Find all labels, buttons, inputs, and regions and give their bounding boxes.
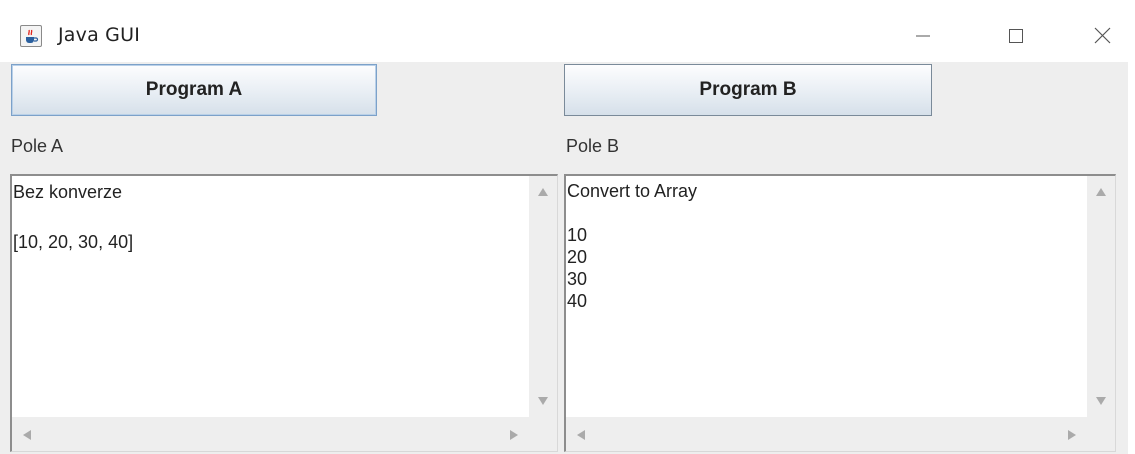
window-titlebar[interactable]: Java GUI xyxy=(0,0,1135,62)
minimize-button[interactable] xyxy=(908,22,938,50)
pole-a-textarea[interactable]: Bez konverze [10, 20, 30, 40] xyxy=(12,176,529,417)
pole-a-horizontal-scrollbar[interactable] xyxy=(12,417,529,451)
program-a-button[interactable]: Program A xyxy=(11,64,377,116)
maximize-icon xyxy=(1009,29,1023,43)
close-button[interactable] xyxy=(1087,22,1117,50)
scroll-down-arrow-icon[interactable] xyxy=(538,397,548,405)
scroll-right-arrow-icon[interactable] xyxy=(510,430,518,440)
pole-b-horizontal-scrollbar[interactable] xyxy=(566,417,1087,451)
pole-b-textarea[interactable]: Convert to Array 10 20 30 40 xyxy=(566,176,1087,417)
close-icon xyxy=(1094,27,1111,44)
pole-b-label: Pole B xyxy=(566,136,620,156)
pole-a-vertical-scrollbar[interactable] xyxy=(529,176,557,417)
scroll-down-arrow-icon[interactable] xyxy=(1096,397,1106,405)
pole-b-vertical-scrollbar[interactable] xyxy=(1087,176,1115,417)
java-app-icon xyxy=(20,25,42,47)
window-title: Java GUI xyxy=(58,24,141,46)
program-b-button[interactable]: Program B xyxy=(564,64,932,116)
pole-a-label: Pole A xyxy=(11,136,64,156)
maximize-button[interactable] xyxy=(1000,22,1030,50)
content-pane: Program A Program B Pole A Pole B Bez ko… xyxy=(0,62,1128,454)
pole-b-scrollpane[interactable]: Convert to Array 10 20 30 40 xyxy=(564,174,1116,452)
scroll-up-arrow-icon[interactable] xyxy=(538,188,548,196)
scroll-left-arrow-icon[interactable] xyxy=(577,430,585,440)
scroll-right-arrow-icon[interactable] xyxy=(1068,430,1076,440)
scroll-up-arrow-icon[interactable] xyxy=(1096,188,1106,196)
minimize-icon xyxy=(916,35,930,37)
scroll-left-arrow-icon[interactable] xyxy=(23,430,31,440)
pole-a-scrollpane[interactable]: Bez konverze [10, 20, 30, 40] xyxy=(10,174,558,452)
